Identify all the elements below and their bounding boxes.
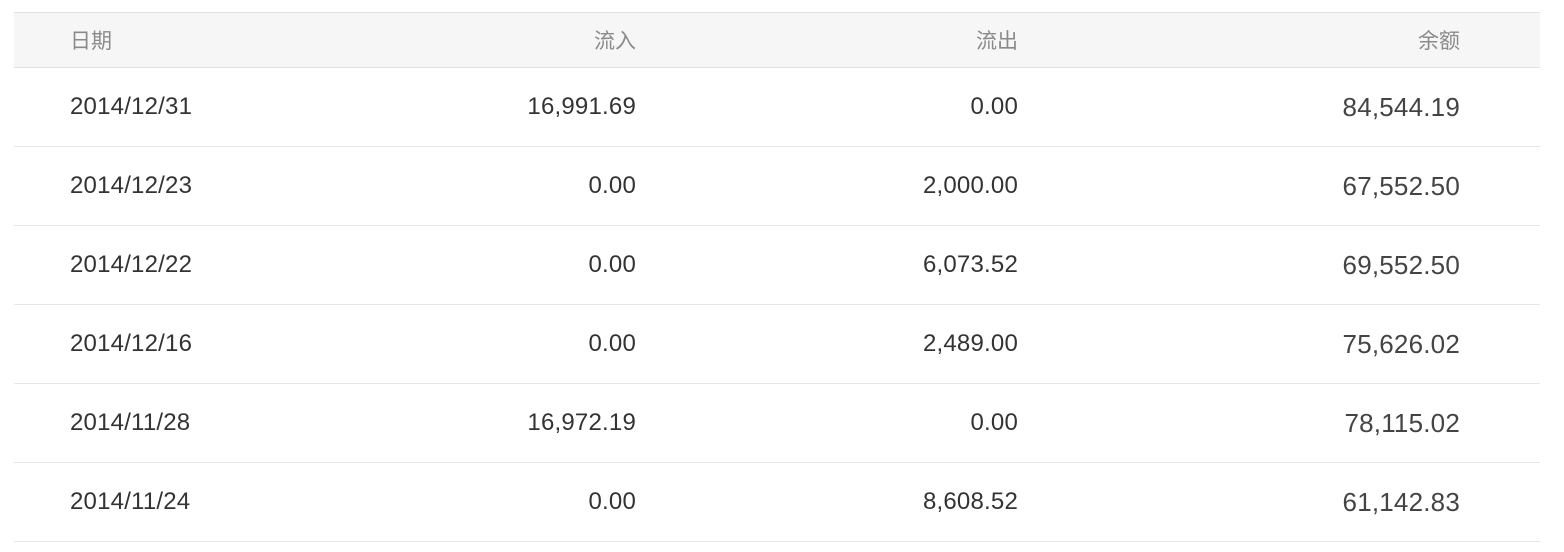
inflow-cell: 0.00 [588,251,636,278]
table-row[interactable]: 2014/12/31 16,991.69 0.00 84,544.19 [14,68,1540,147]
outflow-cell: 0.00 [970,93,1018,120]
inflow-cell: 16,972.19 [527,409,636,436]
table-header: 日期 流入 流出 余额 [14,13,1540,68]
table-row[interactable]: 2014/12/23 0.00 2,000.00 67,552.50 [14,147,1540,226]
outflow-cell: 6,073.52 [922,251,1018,278]
balance-cell: 84,544.19 [1342,91,1460,122]
header-inflow[interactable]: 流入 [594,13,636,67]
balance-cell: 78,115.02 [1344,407,1460,438]
inflow-cell: 16,991.69 [527,93,636,120]
balance-cell: 69,552.50 [1342,249,1460,280]
table-row[interactable]: 2014/12/16 0.00 2,489.00 75,626.02 [14,305,1540,384]
header-balance[interactable]: 余额 [1418,13,1460,67]
header-date[interactable]: 日期 [70,13,112,67]
outflow-cell: 2,000.00 [922,172,1018,199]
date-cell: 2014/11/28 [70,409,191,436]
inflow-cell: 0.00 [588,172,636,199]
inflow-cell: 0.00 [588,488,636,515]
balance-cell: 61,142.83 [1342,486,1460,517]
table-row[interactable]: 2014/11/28 16,972.19 0.00 78,115.02 [14,384,1540,463]
date-cell: 2014/12/16 [70,330,193,357]
date-cell: 2014/12/22 [70,251,193,278]
table-row[interactable]: 2014/12/22 0.00 6,073.52 69,552.50 [14,226,1540,305]
date-cell: 2014/12/31 [70,93,193,120]
table-row[interactable]: 2014/11/24 0.00 8,608.52 61,142.83 [14,463,1540,542]
outflow-cell: 0.00 [970,409,1018,436]
inflow-cell: 0.00 [588,330,636,357]
outflow-cell: 2,489.00 [922,330,1018,357]
header-outflow[interactable]: 流出 [976,13,1018,67]
date-cell: 2014/11/24 [70,488,191,515]
balance-cell: 75,626.02 [1342,328,1460,359]
balance-cell: 67,552.50 [1342,170,1460,201]
outflow-cell: 8,608.52 [922,488,1018,515]
transactions-table: 日期 流入 流出 余额 2014/12/31 16,991.69 0.00 84… [14,12,1540,542]
date-cell: 2014/12/23 [70,172,193,199]
